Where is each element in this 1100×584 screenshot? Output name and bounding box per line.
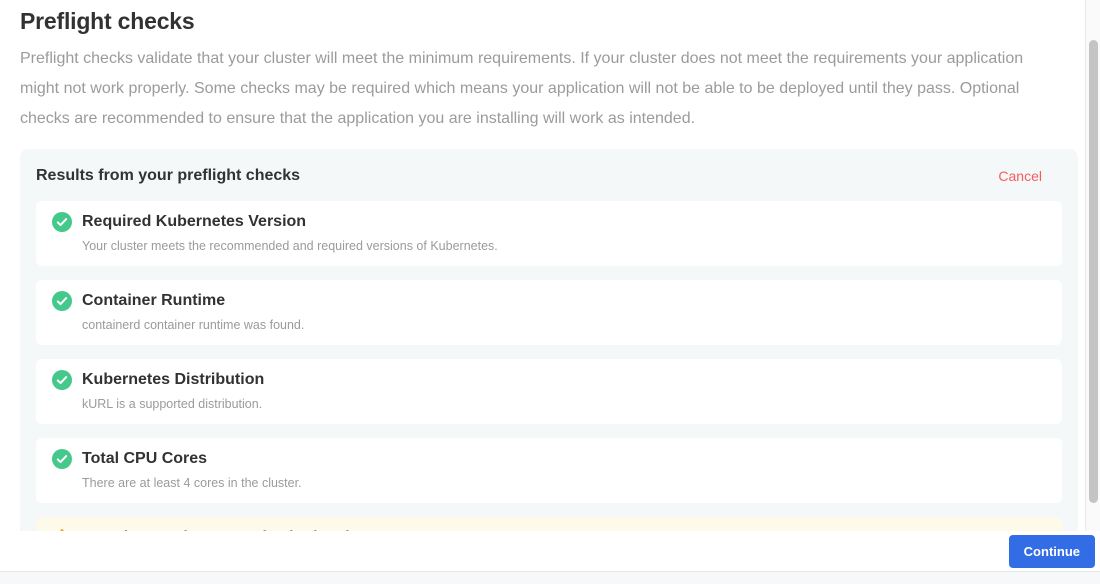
check-message: There are at least 4 cores in the cluste… [82, 476, 1046, 490]
check-title: Container Runtime [82, 292, 225, 310]
check-title: Required Kubernetes Version [82, 213, 306, 231]
preflight-check-row: Required Kubernetes Version Your cluster… [36, 201, 1062, 266]
check-circle-icon [52, 291, 72, 311]
continue-button[interactable]: Continue [1009, 535, 1095, 568]
check-title: Total CPU Cores [82, 450, 207, 468]
page-description: Preflight checks validate that your clus… [20, 44, 1052, 134]
check-row: Container Runtime [52, 291, 1046, 311]
results-header: Results from your preflight checks Cance… [36, 165, 1062, 185]
page-content: Preflight checks Preflight checks valida… [20, 0, 1078, 584]
cancel-link[interactable]: Cancel [998, 168, 1042, 184]
preflight-check-row: Total CPU Cores There are at least 4 cor… [36, 438, 1062, 503]
preflight-check-row: Kubernetes Distribution kURL is a suppor… [36, 359, 1062, 424]
check-row: Kubernetes Distribution [52, 370, 1046, 390]
check-title: Kubernetes Distribution [82, 371, 264, 389]
check-row: Required Kubernetes Version [52, 212, 1046, 232]
page-title: Preflight checks [20, 8, 1078, 35]
check-message: kURL is a supported distribution. [82, 397, 1046, 411]
bottom-action-bar: Continue [0, 531, 1100, 571]
check-circle-icon [52, 449, 72, 469]
scrollbar-thumb[interactable] [1089, 40, 1098, 503]
check-circle-icon [52, 212, 72, 232]
check-message: containerd container runtime was found. [82, 318, 1046, 332]
preflight-results-panel: Results from your preflight checks Cance… [20, 149, 1078, 584]
check-circle-icon [52, 370, 72, 390]
preflight-check-row: Container Runtime containerd container r… [36, 280, 1062, 345]
preflight-checks-page: Preflight checks Preflight checks valida… [0, 0, 1100, 584]
check-message: Your cluster meets the recommended and r… [82, 239, 1046, 253]
bottom-divider-strip [0, 571, 1100, 584]
check-row: Total CPU Cores [52, 449, 1046, 469]
results-header-title: Results from your preflight checks [36, 167, 300, 185]
scrollbar-track[interactable] [1085, 0, 1100, 531]
